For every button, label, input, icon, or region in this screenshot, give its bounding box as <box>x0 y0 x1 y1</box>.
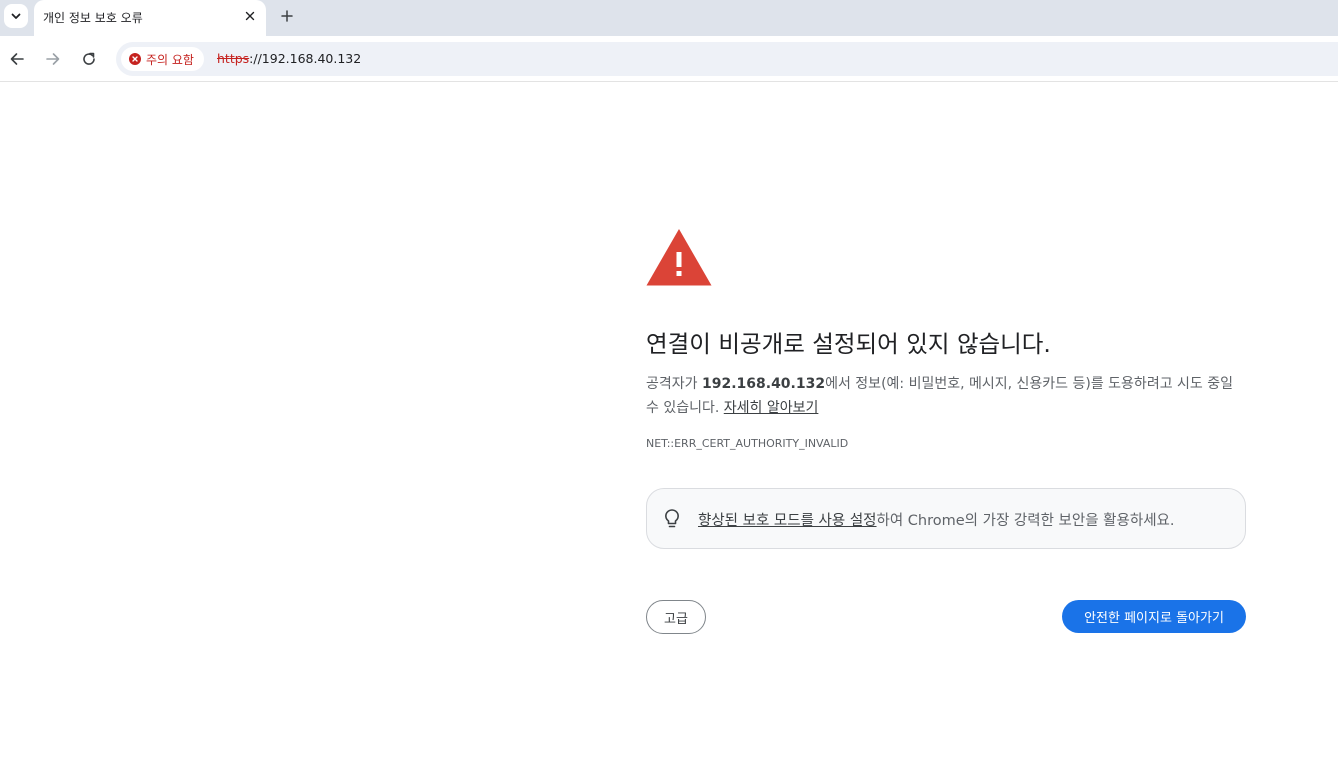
tab-strip: 개인 정보 보호 오류 <box>0 0 1338 36</box>
enhanced-protection-promo: 향상된 보호 모드를 사용 설정하여 Chrome의 가장 강력한 보안을 활용… <box>646 488 1246 549</box>
promo-text: 향상된 보호 모드를 사용 설정하여 Chrome의 가장 강력한 보안을 활용… <box>698 509 1174 530</box>
close-icon <box>245 11 255 21</box>
address-bar[interactable]: 주의 요함 https://192.168.40.132 <box>116 42 1338 76</box>
tab-search-button[interactable] <box>4 4 28 28</box>
warning-triangle-icon <box>646 229 712 286</box>
url-scheme: https <box>217 51 250 66</box>
security-chip-label: 주의 요함 <box>146 52 194 67</box>
enhanced-protection-link[interactable]: 향상된 보호 모드를 사용 설정 <box>698 513 877 529</box>
arrow-left-icon <box>10 53 24 65</box>
host-name: 192.168.40.132 <box>701 376 826 392</box>
chevron-down-icon <box>11 13 21 19</box>
error-circle-icon <box>129 53 141 65</box>
tab-title: 개인 정보 보호 오류 <box>43 11 143 25</box>
new-tab-button[interactable] <box>276 5 298 27</box>
tab-close-button[interactable] <box>240 6 260 26</box>
page-heading: 연결이 비공개로 설정되어 있지 않습니다. <box>646 330 1051 358</box>
reload-button[interactable] <box>77 47 101 71</box>
active-tab[interactable]: 개인 정보 보호 오류 <box>34 0 266 36</box>
error-code: NET::ERR_CERT_AUTHORITY_INVALID <box>646 437 849 450</box>
advanced-button[interactable]: 고급 <box>646 600 706 634</box>
forward-button[interactable] <box>41 47 65 71</box>
toolbar: 주의 요함 https://192.168.40.132 <box>0 36 1338 82</box>
reload-icon <box>83 52 95 65</box>
security-chip[interactable]: 주의 요함 <box>121 47 204 71</box>
back-to-safety-button[interactable]: 안전한 페이지로 돌아가기 <box>1062 600 1246 633</box>
lightbulb-icon <box>665 509 679 528</box>
learn-more-link[interactable]: 자세히 알아보기 <box>724 400 819 416</box>
promo-suffix: 하여 Chrome의 가장 강력한 보안을 활용하세요. <box>876 513 1175 529</box>
plus-icon <box>281 10 293 22</box>
explanation-text: 공격자가 192.168.40.132에서 정보(예: 비밀번호, 메시지, 신… <box>646 372 1246 420</box>
url-text[interactable]: https://192.168.40.132 <box>217 51 361 66</box>
explanation-prefix: 공격자가 <box>646 376 702 392</box>
url-host: ://192.168.40.132 <box>249 51 362 66</box>
back-button[interactable] <box>5 47 29 71</box>
arrow-right-icon <box>46 53 60 65</box>
